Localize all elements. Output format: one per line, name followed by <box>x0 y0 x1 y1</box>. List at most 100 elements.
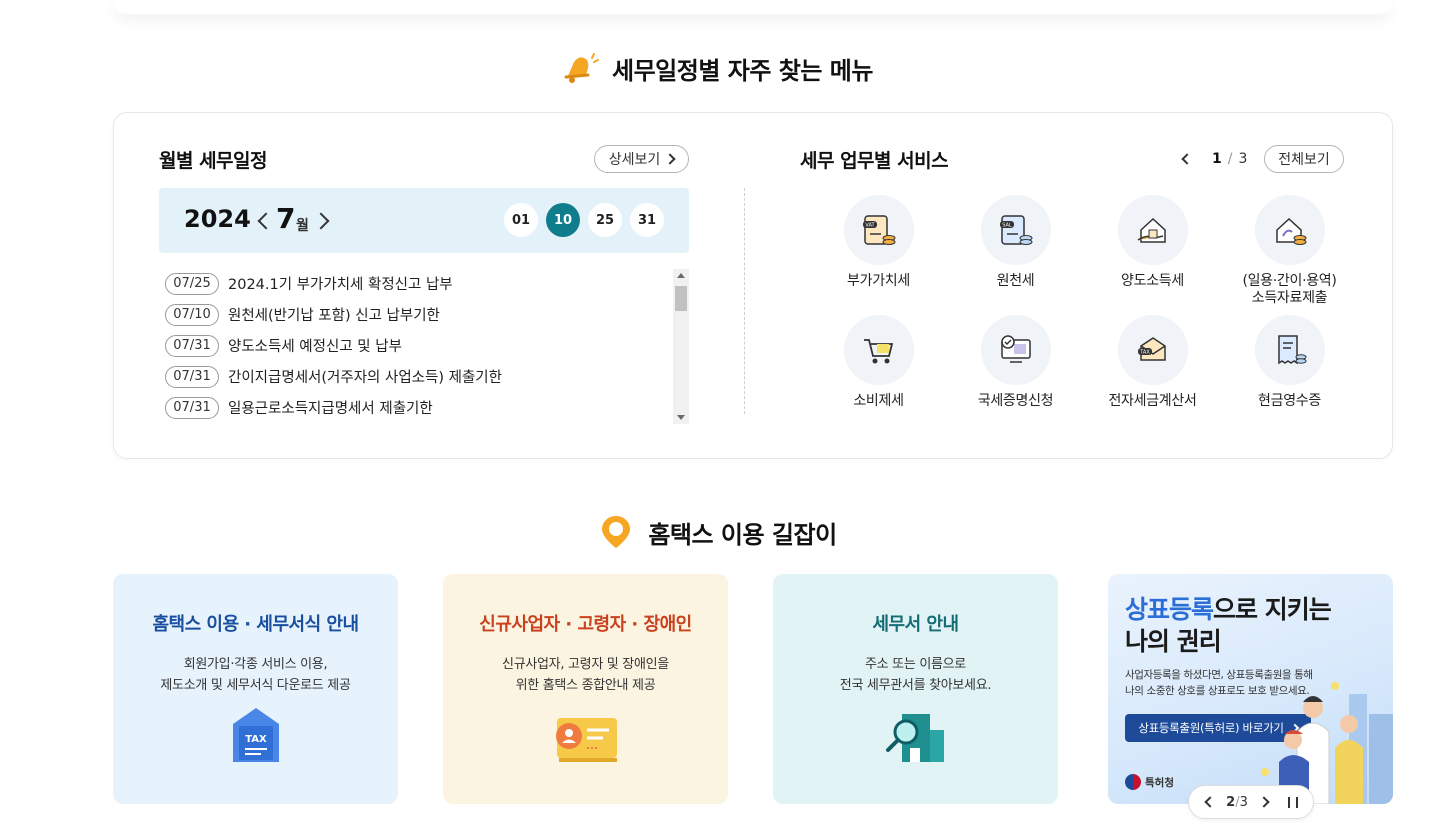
schedule-text: 2024.1기 부가가치세 확정신고 납부 <box>228 277 453 293</box>
scroll-up-arrow-icon[interactable] <box>677 273 685 278</box>
service-item-vat[interactable]: VAT 부가가치세 <box>810 195 947 315</box>
service-page-total: 3 <box>1238 151 1248 167</box>
schedule-text: 원천세(반기납 포함) 신고 납부기한 <box>228 308 440 324</box>
service-item-income-data[interactable]: (일용·간이·용역) 소득자료제출 <box>1221 195 1358 315</box>
schedule-section-title: 세무일정별 자주 찾는 메뉴 <box>0 48 1433 88</box>
service-item-tax-certificate[interactable]: 국세증명신청 <box>947 315 1084 435</box>
pause-icon[interactable] <box>1287 796 1298 808</box>
list-item[interactable]: 07/31 양도소득세 예정신고 및 납부 <box>165 330 675 361</box>
day-chip-10[interactable]: 10 <box>546 203 580 237</box>
view-all-button[interactable]: 전체보기 <box>1264 145 1344 173</box>
schedule-list: 07/25 2024.1기 부가가치세 확정신고 납부 07/10 원천세(반기… <box>165 268 675 424</box>
guide-card-desc: 주소 또는 이름으로 전국 세무관서를 찾아보세요. <box>839 657 992 693</box>
banner-page-total: 3 <box>1239 794 1248 810</box>
svg-text:TAX: TAX <box>1139 350 1150 356</box>
prev-month-chevron-left-icon[interactable] <box>254 210 274 232</box>
chevron-right-icon <box>664 153 676 165</box>
tax-folder-icon: TAX <box>229 704 283 772</box>
guide-card-title: 신규사업자 · 고령자 · 장애인 <box>479 614 692 635</box>
banner-prev-chevron-left-icon[interactable] <box>1204 795 1216 809</box>
service-prev-chevron-left-icon[interactable] <box>1180 151 1194 167</box>
bell-icon <box>560 48 600 88</box>
day-chip-31[interactable]: 31 <box>630 203 664 237</box>
service-page-current: 1 <box>1212 151 1222 167</box>
scroll-down-arrow-icon[interactable] <box>677 415 685 420</box>
banner-next-chevron-right-icon[interactable] <box>1258 795 1270 809</box>
location-pin-icon <box>596 512 636 552</box>
guide-card-new-business[interactable]: 신규사업자 · 고령자 · 장애인 신규사업자, 고령자 및 장애인을 위한 홈… <box>443 574 728 804</box>
schedule-text: 간이지급명세서(거주자의 사업소득) 제출기한 <box>228 370 502 386</box>
day-chips: 01 10 25 31 <box>504 203 664 237</box>
banner-page-current: 2 <box>1226 794 1236 810</box>
list-item[interactable]: 07/31 일용근로소득지급명세서 제출기한 <box>165 392 675 423</box>
previous-section-bottom <box>113 0 1393 14</box>
service-grid: VAT 부가가치세 SAL 원천세 양도소득세 (일용·간이·용역) 소득자료제… <box>810 195 1370 435</box>
kipo-logo: 특허청 <box>1125 774 1174 790</box>
sal-document-icon: SAL <box>980 195 1051 265</box>
panel-divider <box>744 188 745 414</box>
service-label: 전자세금계산서 <box>1108 393 1197 409</box>
day-chip-25[interactable]: 25 <box>588 203 622 237</box>
schedule-scrollbar[interactable] <box>673 269 689 424</box>
id-card-icon <box>549 714 623 772</box>
service-label: 원천세 <box>996 273 1035 289</box>
guide-section-title-text: 홈택스 이용 길잡이 <box>648 520 837 549</box>
service-label: 양도소득세 <box>1121 273 1184 289</box>
schedule-date-badge: 07/31 <box>165 365 219 388</box>
guide-card-hometax-forms[interactable]: 홈택스 이용 · 세무서식 안내 회원가입·각종 서비스 이용, 제도소개 및 … <box>113 574 398 804</box>
next-month-chevron-right-icon[interactable] <box>315 210 335 232</box>
banner-title-rest: 으로 지키는 <box>1213 595 1332 624</box>
cart-icon <box>843 315 914 385</box>
house-hand-icon <box>1117 195 1188 265</box>
taegeuk-icon <box>1125 774 1141 790</box>
svg-text:SAL: SAL <box>1002 223 1012 229</box>
detail-view-button[interactable]: 상세보기 <box>594 145 689 173</box>
view-all-label: 전체보기 <box>1278 152 1330 168</box>
schedule-date-badge: 07/31 <box>165 396 219 419</box>
page-separator: / <box>1227 151 1233 167</box>
detail-view-label: 상세보기 <box>608 152 661 168</box>
guide-card-desc: 신규사업자, 고령자 및 장애인을 위한 홈택스 종합안내 제공 <box>502 657 669 693</box>
banner-title: 상표등록으로 지키는 나의 권리 <box>1125 594 1332 658</box>
guide-card-title: 홈택스 이용 · 세무서식 안내 <box>152 614 359 635</box>
tax-schedule-panel: 월별 세무일정 상세보기 2024 7 월 01 10 25 31 07/25 … <box>113 112 1393 459</box>
month-unit-label: 월 <box>296 218 309 234</box>
schedule-text: 일용근로소득지급명세서 제출기한 <box>228 401 433 417</box>
service-label: 국세증명신청 <box>977 393 1054 409</box>
svg-text:VAT: VAT <box>865 223 875 229</box>
year-label: 2024 <box>184 205 251 233</box>
banner-title-highlight: 상표등록 <box>1125 595 1214 624</box>
scroll-thumb[interactable] <box>675 286 687 311</box>
guide-card-tax-office[interactable]: 세무서 안내 주소 또는 이름으로 전국 세무관서를 찾아보세요. <box>773 574 1058 804</box>
guide-card-title: 세무서 안내 <box>872 614 959 635</box>
vat-document-icon: VAT <box>843 195 914 265</box>
certificate-monitor-icon <box>980 315 1051 385</box>
service-item-withholding[interactable]: SAL 원천세 <box>947 195 1084 315</box>
schedule-date-badge: 07/25 <box>165 272 219 295</box>
service-heading: 세무 업무별 서비스 <box>800 150 949 172</box>
banner-pager: 2/3 <box>1188 785 1314 819</box>
trademark-banner[interactable]: 상표등록으로 지키는 나의 권리 사업자등록을 하셨다면, 상표등록출원을 통해… <box>1108 574 1393 804</box>
service-item-e-tax-invoice[interactable]: TAX 전자세금계산서 <box>1084 315 1221 435</box>
banner-title-line2: 나의 권리 <box>1125 627 1222 656</box>
month-label: 7 <box>276 202 296 235</box>
month-navigator: 2024 7 월 01 10 25 31 <box>159 188 689 253</box>
guide-section-title: 홈택스 이용 길잡이 <box>0 512 1433 552</box>
tax-badge-text: TAX <box>245 734 267 745</box>
house-coin-icon <box>1254 195 1325 265</box>
schedule-text: 양도소득세 예정신고 및 납부 <box>228 339 402 355</box>
service-label: 소비제세 <box>853 393 904 409</box>
service-label: (일용·간이·용역) 소득자료제출 <box>1242 273 1337 306</box>
day-chip-01[interactable]: 01 <box>504 203 538 237</box>
service-item-cash-receipt[interactable]: 현금영수증 <box>1221 315 1358 435</box>
list-item[interactable]: 07/10 원천세(반기납 포함) 신고 납부기한 <box>165 299 675 330</box>
schedule-date-badge: 07/10 <box>165 303 219 326</box>
service-item-transfer-income[interactable]: 양도소득세 <box>1084 195 1221 315</box>
schedule-section-title-text: 세무일정별 자주 찾는 메뉴 <box>612 56 873 85</box>
list-item[interactable]: 07/25 2024.1기 부가가치세 확정신고 납부 <box>165 268 675 299</box>
guide-card-desc: 회원가입·각종 서비스 이용, 제도소개 및 세무서식 다운로드 제공 <box>160 657 351 693</box>
list-item[interactable]: 07/31 간이지급명세서(거주자의 사업소득) 제출기한 <box>165 361 675 392</box>
service-item-consumption-tax[interactable]: 소비제세 <box>810 315 947 435</box>
building-search-icon <box>884 712 948 772</box>
receipt-coin-icon <box>1254 315 1325 385</box>
